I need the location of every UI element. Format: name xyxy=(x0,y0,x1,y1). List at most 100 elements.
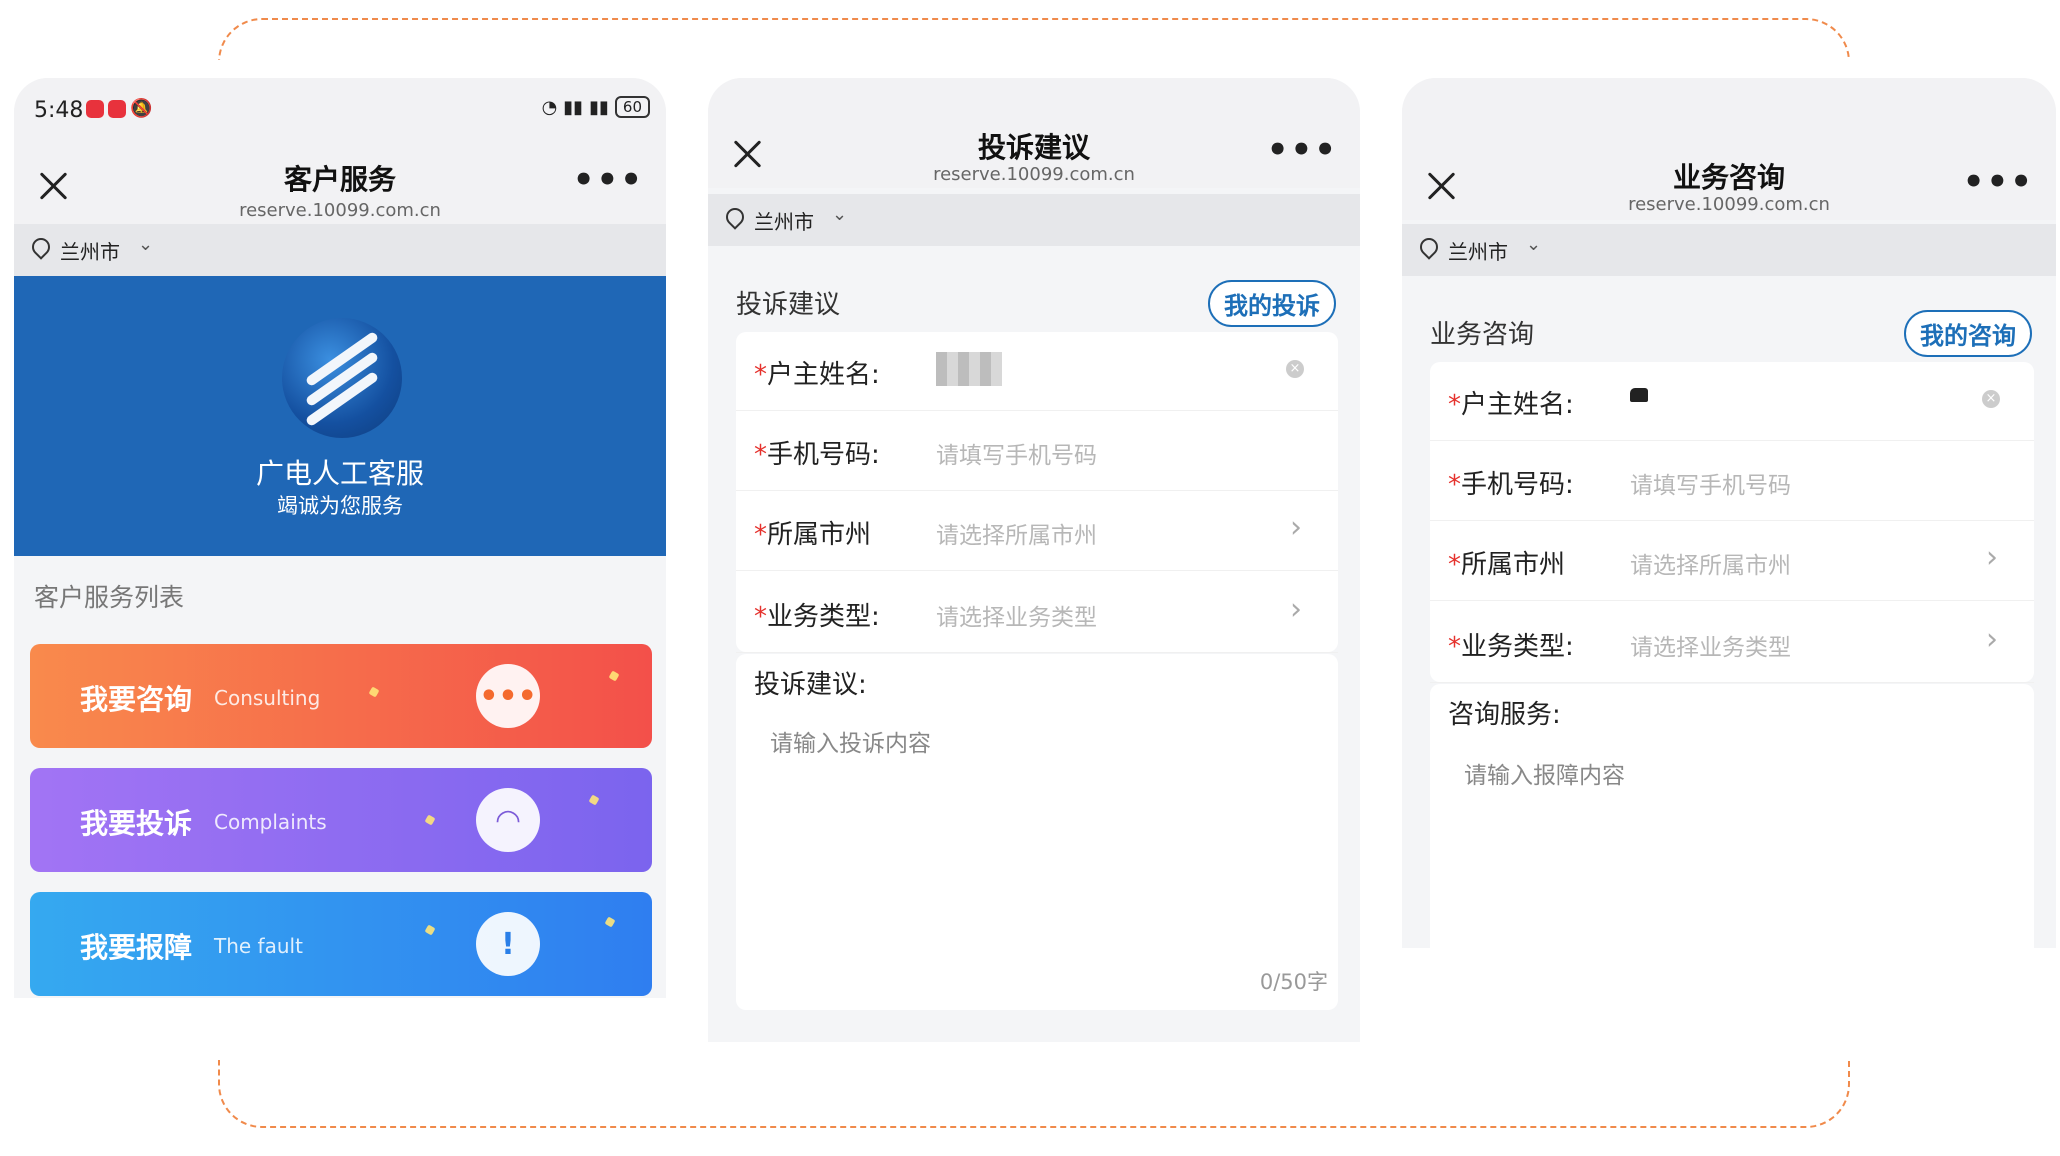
notification-icons: 🔕 xyxy=(86,98,152,119)
field-label: 所属市州 xyxy=(767,520,872,550)
section-header: 投诉建议 我的投诉 xyxy=(708,268,1360,338)
my-consultations-button[interactable]: 我的咨询 xyxy=(1904,310,2032,357)
nav-bar: 投诉建议 reserve.10099.com.cn ••• xyxy=(708,78,1360,188)
field-label: 手机号码: xyxy=(767,440,880,470)
page-title: 客户服务 xyxy=(283,163,396,196)
field-label: 户主姓名: xyxy=(1461,390,1574,420)
service-label: 我要咨询 xyxy=(80,683,193,716)
more-menu-icon[interactable]: ••• xyxy=(1963,162,2034,202)
signal-icon: ▮▮ xyxy=(589,96,609,118)
chevron-down-icon: ⌄ xyxy=(832,204,848,225)
consult-textarea-card[interactable]: 咨询服务: 请输入报障内容 xyxy=(1430,684,2034,948)
textarea-label: 咨询服务: xyxy=(1448,700,1561,730)
signal-icon: ▮▮ xyxy=(563,96,584,118)
complaints-card[interactable]: 我要投诉 Complaints ◠ xyxy=(30,768,652,872)
phone-consult-form: 业务咨询 reserve.10099.com.cn ••• 兰州市 ⌄ 业务咨询… xyxy=(1402,78,2056,948)
app-notification-icon xyxy=(108,99,126,118)
city-select-row[interactable]: *所属市州 请选择所属市州 › xyxy=(1430,522,2034,601)
mute-icon: 🔕 xyxy=(130,98,153,119)
phone-complaint-form: 投诉建议 reserve.10099.com.cn ••• 兰州市 ⌄ 投诉建议… xyxy=(708,78,1360,1042)
banner-title: 广电人工客服 xyxy=(255,457,424,490)
city-selector[interactable]: 兰州市 ⌄ xyxy=(708,194,1360,246)
city-selector[interactable]: 兰州市 ⌄ xyxy=(14,224,666,276)
battery-icon: 60 xyxy=(614,96,650,118)
textarea-label: 投诉建议: xyxy=(754,670,867,700)
chevron-right-icon: › xyxy=(1290,592,1302,627)
business-type-row[interactable]: *业务类型: 请选择业务类型 › xyxy=(736,574,1338,653)
consulting-card[interactable]: 我要咨询 Consulting ••• xyxy=(30,644,652,748)
phone-number-row[interactable]: *手机号码: 请填写手机号码 xyxy=(736,412,1338,491)
location-pin-icon xyxy=(722,204,748,230)
field-label: 业务类型: xyxy=(1461,632,1574,662)
page-title: 投诉建议 xyxy=(977,131,1090,164)
wifi-icon: ◔ xyxy=(541,96,558,118)
complaint-headset-icon: ◠ xyxy=(476,788,540,852)
service-banner: 广电人工客服 竭诚为您服务 xyxy=(14,276,666,556)
field-label: 所属市州 xyxy=(1461,550,1566,580)
service-list-title: 客户服务列表 xyxy=(34,583,185,612)
clear-icon[interactable]: × xyxy=(1286,360,1304,378)
page-title: 业务咨询 xyxy=(1672,161,1785,194)
chevron-down-icon: ⌄ xyxy=(138,234,154,255)
clear-icon[interactable]: × xyxy=(1982,390,2000,408)
service-label: 我要报障 xyxy=(80,931,193,964)
city-name: 兰州市 xyxy=(754,210,814,234)
app-notification-icon xyxy=(86,99,104,118)
service-label: 我要投诉 xyxy=(80,807,193,840)
status-right: ◔ ▮▮ ▮▮ 60 xyxy=(542,96,650,118)
alert-icon: ! xyxy=(476,912,540,976)
location-pin-icon xyxy=(28,234,54,260)
business-type-select[interactable]: 请选择业务类型 xyxy=(1630,628,1791,662)
more-menu-icon[interactable]: ••• xyxy=(1267,130,1338,170)
nav-bar: 客户服务 reserve.10099.com.cn ••• xyxy=(14,142,666,234)
business-type-row[interactable]: *业务类型: 请选择业务类型 › xyxy=(1430,604,2034,683)
status-bar: 5:48 🔕 ◔ ▮▮ ▮▮ 60 xyxy=(14,78,666,142)
complaint-textarea[interactable]: 请输入投诉内容 xyxy=(770,724,931,758)
owner-name-row[interactable]: *户主姓名: × xyxy=(736,332,1338,411)
char-counter: 0/50字 xyxy=(1259,970,1328,994)
field-label: 业务类型: xyxy=(767,602,880,632)
banner-subtitle: 竭诚为您服务 xyxy=(277,494,403,518)
service-en-label: The fault xyxy=(214,934,303,958)
section-title: 业务咨询 xyxy=(1430,320,1535,350)
location-pin-icon xyxy=(1416,234,1442,260)
field-label: 手机号码: xyxy=(1461,470,1574,500)
service-en-label: Complaints xyxy=(214,810,327,834)
page-url: reserve.10099.com.cn xyxy=(933,164,1135,185)
my-complaints-button[interactable]: 我的投诉 xyxy=(1208,280,1336,327)
consult-textarea[interactable]: 请输入报障内容 xyxy=(1464,756,1625,790)
chevron-down-icon: ⌄ xyxy=(1526,234,1542,255)
phone-number-row[interactable]: *手机号码: 请填写手机号码 xyxy=(1430,442,2034,521)
page-url: reserve.10099.com.cn xyxy=(1628,194,1830,215)
section-title: 投诉建议 xyxy=(736,290,841,320)
city-name: 兰州市 xyxy=(1448,240,1508,264)
phone-number-input[interactable]: 请填写手机号码 xyxy=(1630,466,1791,500)
phone-number-input[interactable]: 请填写手机号码 xyxy=(936,436,1097,470)
city-select-row[interactable]: *所属市州 请选择所属市州 › xyxy=(736,492,1338,571)
form-card: *户主姓名: × *手机号码: 请填写手机号码 *所属市州 请选择所属市州 › … xyxy=(1430,362,2034,683)
owner-name-row[interactable]: *户主姓名: × xyxy=(1430,362,2034,441)
service-en-label: Consulting xyxy=(214,686,321,710)
page-url: reserve.10099.com.cn xyxy=(239,200,441,221)
chat-headset-icon: ••• xyxy=(476,664,540,728)
city-select[interactable]: 请选择所属市州 xyxy=(1630,546,1791,580)
broadcast-logo-icon xyxy=(282,318,402,438)
fault-card[interactable]: 我要报障 The fault ! xyxy=(30,892,652,996)
chevron-right-icon: › xyxy=(1986,622,1998,657)
city-name: 兰州市 xyxy=(60,240,120,264)
field-label: 户主姓名: xyxy=(767,360,880,390)
phone-customer-service: 5:48 🔕 ◔ ▮▮ ▮▮ 60 客户服务 reserve.10099.com… xyxy=(14,78,666,998)
form-card: *户主姓名: × *手机号码: 请填写手机号码 *所属市州 请选择所属市州 › … xyxy=(736,332,1338,653)
masked-name-value xyxy=(936,352,1002,386)
status-time: 5:48 xyxy=(34,98,84,123)
complaint-textarea-card[interactable]: 投诉建议: 请输入投诉内容 0/50字 xyxy=(736,654,1338,1010)
city-selector[interactable]: 兰州市 ⌄ xyxy=(1402,224,2056,276)
more-menu-icon[interactable]: ••• xyxy=(573,160,644,200)
city-select[interactable]: 请选择所属市州 xyxy=(936,516,1097,550)
business-type-select[interactable]: 请选择业务类型 xyxy=(936,598,1097,632)
masked-name-value xyxy=(1630,388,1648,402)
nav-bar: 业务咨询 reserve.10099.com.cn ••• xyxy=(1402,78,2056,220)
chevron-right-icon: › xyxy=(1290,510,1302,545)
section-header: 业务咨询 我的咨询 xyxy=(1402,298,2056,368)
chevron-right-icon: › xyxy=(1986,540,1998,575)
